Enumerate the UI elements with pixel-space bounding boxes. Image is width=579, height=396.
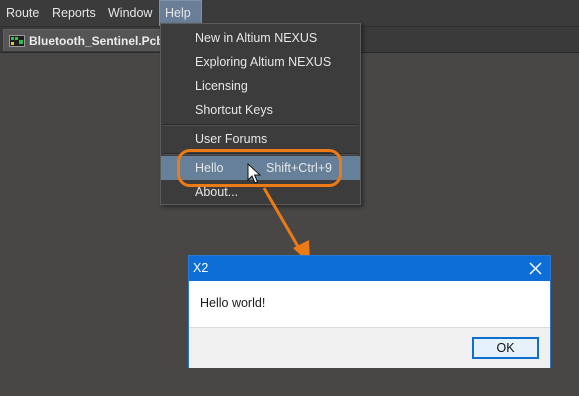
menu-item-new-in-altium-nexus[interactable]: New in Altium NEXUS [161, 26, 360, 50]
menu-item-label: User Forums [195, 132, 268, 146]
menu-item-exploring-altium-nexus[interactable]: Exploring Altium NEXUS [161, 50, 360, 74]
dialog-footer: OK [189, 327, 550, 368]
menu-item-label: New in Altium NEXUS [195, 31, 318, 45]
menu-reports[interactable]: Reports [47, 0, 101, 26]
menu-window-label: Window [108, 6, 153, 20]
menu-help-label: Help [165, 6, 191, 20]
dialog-title: X2 [193, 261, 209, 275]
menu-item-label: Shortcut Keys [195, 103, 273, 117]
close-icon[interactable] [529, 262, 542, 275]
menu-item-label: About... [195, 185, 239, 199]
menu-window[interactable]: Window [103, 0, 157, 26]
menu-item-label: Licensing [195, 79, 248, 93]
dialog-message: Hello world! [200, 296, 266, 310]
menu-item-shortcut-keys[interactable]: Shortcut Keys [161, 98, 360, 122]
dialog-titlebar[interactable]: X2 [189, 256, 550, 281]
menu-reports-label: Reports [52, 6, 96, 20]
menu-route[interactable]: Route [1, 0, 44, 26]
menu-item-licensing[interactable]: Licensing [161, 74, 360, 98]
menu-item-user-forums[interactable]: User Forums [161, 127, 360, 151]
menu-route-label: Route [6, 6, 40, 20]
hello-dialog: X2 Hello world! OK [188, 255, 551, 368]
pcb-document-icon [9, 35, 25, 47]
ok-button[interactable]: OK [472, 337, 539, 359]
menu-item-label: Exploring Altium NEXUS [195, 55, 332, 69]
dialog-body: Hello world! [189, 281, 550, 327]
menu-separator [163, 124, 358, 126]
mouse-cursor-icon [247, 163, 261, 184]
